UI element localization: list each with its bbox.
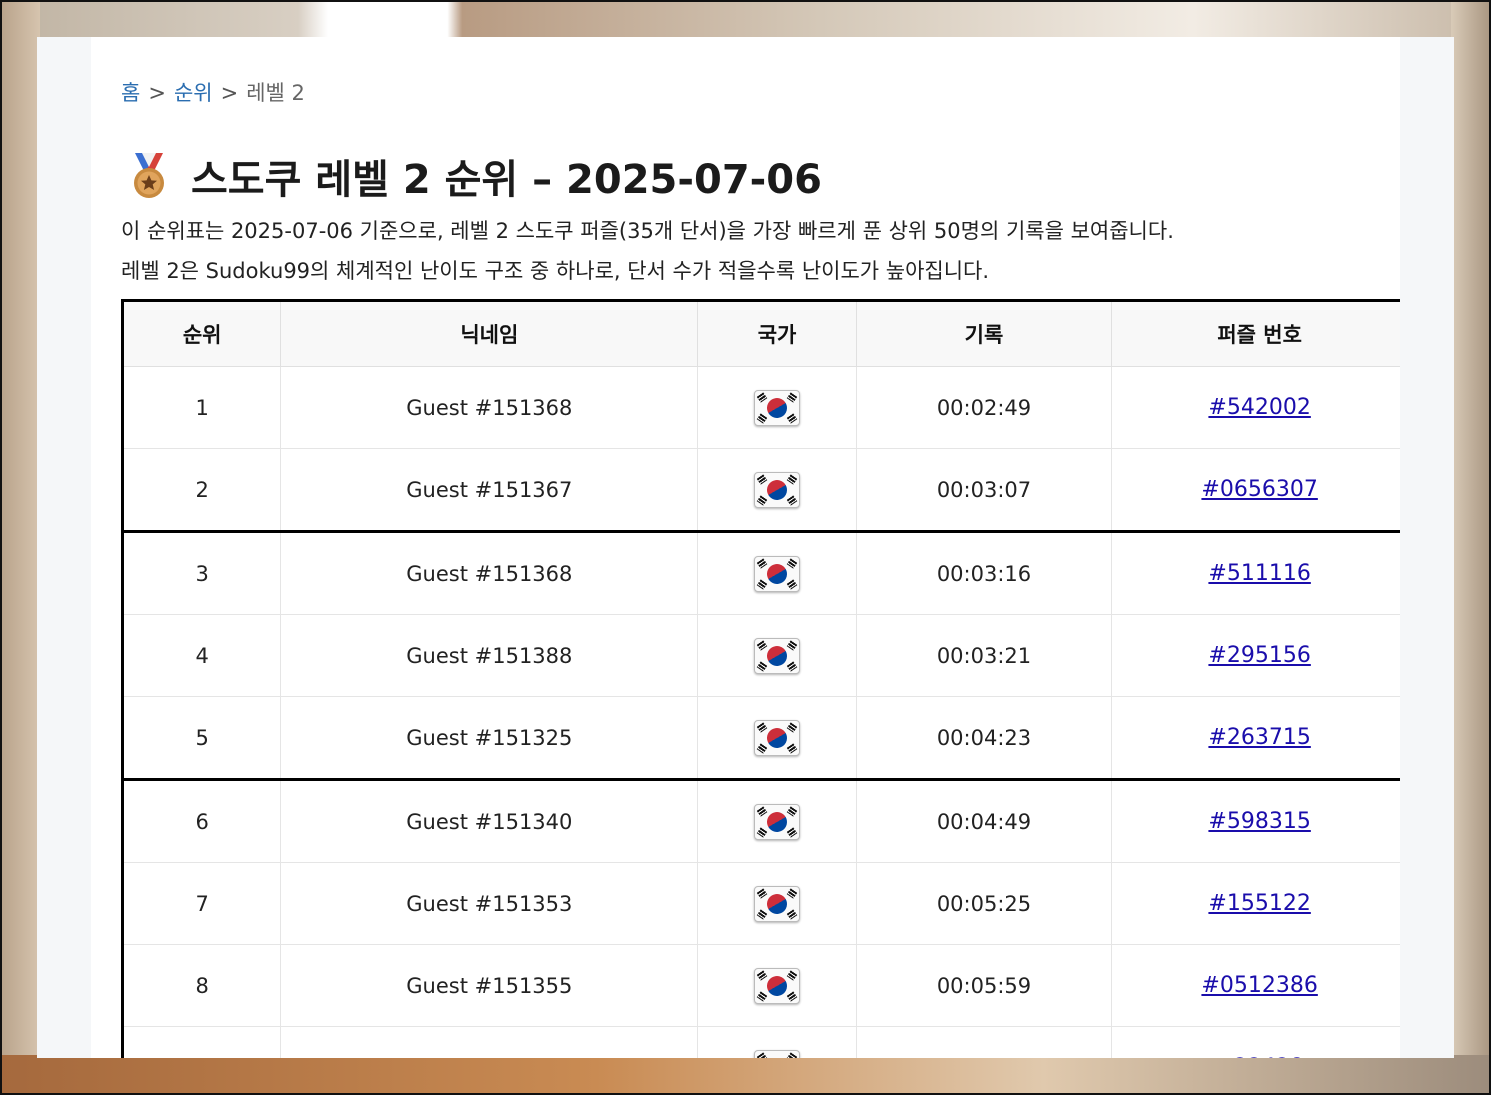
puzzle-cell: #0656307	[1111, 448, 1400, 533]
time-cell: 00:05:25	[856, 862, 1113, 945]
table-row: 1 Guest #151368 00:02:49 #542002	[122, 366, 1400, 449]
column-header-puzzle: 퍼즐 번호	[1111, 300, 1400, 367]
page-title: 스도쿠 레벨 2 순위 – 2025-07-06	[191, 157, 822, 203]
nickname-cell: Guest #151340	[280, 779, 699, 863]
rank-cell: 4	[122, 614, 282, 697]
rank-cell: 9	[122, 1026, 282, 1058]
main-content: 홈 > 순위 > 레벨 2 스도쿠 레벨 2 순위 – 2025-07-06 이 순위표…	[91, 37, 1400, 1058]
table-row: 8 Guest #151355 00:05:59 #0512386	[122, 944, 1400, 1027]
rank-cell: 2	[122, 448, 282, 533]
table-header-row: 순위 닉네임 국가 기록 퍼즐 번호	[122, 300, 1400, 367]
puzzle-cell: #155122	[1111, 862, 1400, 945]
puzzle-cell: #263715	[1111, 696, 1400, 781]
country-cell	[697, 366, 857, 449]
time-cell: 00:04:23	[856, 696, 1113, 781]
country-cell	[697, 696, 857, 781]
puzzle-link[interactable]: #155122	[1208, 891, 1310, 916]
column-header-country: 국가	[697, 300, 857, 367]
breadcrumb-current: 레벨 2	[246, 81, 305, 105]
description: 이 순위표는 2025-07-06 기준으로, 레벨 2 스도쿠 퍼즐(35개 …	[121, 211, 1174, 291]
puzzle-link[interactable]: #0656307	[1201, 477, 1317, 502]
puzzle-cell: #295156	[1111, 614, 1400, 697]
puzzle-cell: #542002	[1111, 366, 1400, 449]
country-cell	[697, 862, 857, 945]
table-row: 9Guest #151368 00:07:50 #22428	[122, 1026, 1400, 1058]
nickname-cell: Guest #151388	[280, 614, 699, 697]
background-photo-right	[1451, 0, 1491, 1095]
background-photo-left	[0, 0, 40, 1095]
country-cell	[697, 531, 857, 615]
south-korea-flag-icon	[754, 719, 800, 756]
rank-cell: 3	[122, 531, 282, 615]
south-korea-flag-icon	[754, 1049, 800, 1058]
nickname-cell: Guest #151368	[280, 531, 699, 615]
description-line-1: 이 순위표는 2025-07-06 기준으로, 레벨 2 스도쿠 퍼즐(35개 …	[121, 219, 1174, 243]
page-container: 홈 > 순위 > 레벨 2 스도쿠 레벨 2 순위 – 2025-07-06 이 순위표…	[37, 37, 1454, 1058]
country-cell	[697, 448, 857, 533]
puzzle-link[interactable]: #22428	[1215, 1055, 1303, 1058]
time-cell: 00:05:59	[856, 944, 1113, 1027]
ranking-table: 순위 닉네임 국가 기록 퍼즐 번호 1 Guest #151368 00:02:4…	[121, 299, 1400, 1058]
puzzle-link[interactable]: #598315	[1208, 809, 1310, 834]
south-korea-flag-icon	[754, 389, 800, 426]
puzzle-cell: #511116	[1111, 531, 1400, 615]
rank-cell: 8	[122, 944, 282, 1027]
nickname-cell: Guest #151367	[280, 448, 699, 533]
nickname-cell: Guest #151325	[280, 696, 699, 781]
puzzle-cell: #22428	[1111, 1026, 1400, 1058]
background-photo-top	[0, 0, 1491, 37]
bronze-medal-icon	[127, 153, 171, 199]
rank-cell: 6	[122, 779, 282, 863]
rank-cell: 7	[122, 862, 282, 945]
nickname-cell: Guest #151355	[280, 944, 699, 1027]
table-row: 3 Guest #151368 00:03:16 #511116	[122, 531, 1400, 615]
country-cell	[697, 944, 857, 1027]
puzzle-cell: #598315	[1111, 779, 1400, 863]
table-row: 6 Guest #151340 00:04:49 #598315	[122, 779, 1400, 863]
breadcrumb: 홈 > 순위 > 레벨 2	[121, 77, 305, 107]
puzzle-link[interactable]: #0512386	[1201, 973, 1317, 998]
breadcrumb-ranking-link[interactable]: 순위	[174, 81, 213, 105]
puzzle-link[interactable]: #295156	[1208, 643, 1310, 668]
time-cell: 00:04:49	[856, 779, 1113, 863]
country-cell	[697, 1026, 857, 1058]
south-korea-flag-icon	[754, 555, 800, 592]
time-cell: 00:07:50	[856, 1026, 1113, 1058]
south-korea-flag-icon	[754, 803, 800, 840]
country-cell	[697, 614, 857, 697]
table-row: 4 Guest #151388 00:03:21 #295156	[122, 614, 1400, 697]
title-row: 스도쿠 레벨 2 순위 – 2025-07-06	[127, 147, 822, 205]
time-cell: 00:03:16	[856, 531, 1113, 615]
south-korea-flag-icon	[754, 637, 800, 674]
time-cell: 00:03:21	[856, 614, 1113, 697]
rank-cell: 5	[122, 696, 282, 781]
table-row: 2 Guest #151367 00:03:07 #0656307	[122, 448, 1400, 533]
puzzle-link[interactable]: #542002	[1208, 395, 1310, 420]
column-header-time: 기록	[856, 300, 1113, 367]
south-korea-flag-icon	[754, 471, 800, 508]
breadcrumb-separator: >	[220, 81, 239, 105]
south-korea-flag-icon	[754, 967, 800, 1004]
puzzle-cell: #0512386	[1111, 944, 1400, 1027]
background-photo-bottom	[0, 1055, 1491, 1095]
description-line-2: 레벨 2은 Sudoku99의 체계적인 난이도 구조 중 하나로, 단서 수가…	[121, 259, 990, 283]
column-header-nickname: 닉네임	[280, 300, 699, 367]
nickname-cell: Guest #151353	[280, 862, 699, 945]
table-row: 7 Guest #151353 00:05:25 #155122	[122, 862, 1400, 945]
rank-cell: 1	[122, 366, 282, 449]
table-row: 5 Guest #151325 00:04:23 #263715	[122, 696, 1400, 781]
nickname-cell: Guest #151368	[280, 366, 699, 449]
country-cell	[697, 779, 857, 863]
puzzle-link[interactable]: #263715	[1208, 725, 1310, 750]
south-korea-flag-icon	[754, 885, 800, 922]
time-cell: 00:02:49	[856, 366, 1113, 449]
breadcrumb-separator: >	[148, 81, 166, 105]
column-header-rank: 순위	[122, 300, 282, 367]
puzzle-link[interactable]: #511116	[1208, 561, 1310, 586]
time-cell: 00:03:07	[856, 448, 1113, 533]
breadcrumb-home-link[interactable]: 홈	[121, 81, 140, 105]
nickname-cell: Guest #151368	[280, 1026, 699, 1058]
